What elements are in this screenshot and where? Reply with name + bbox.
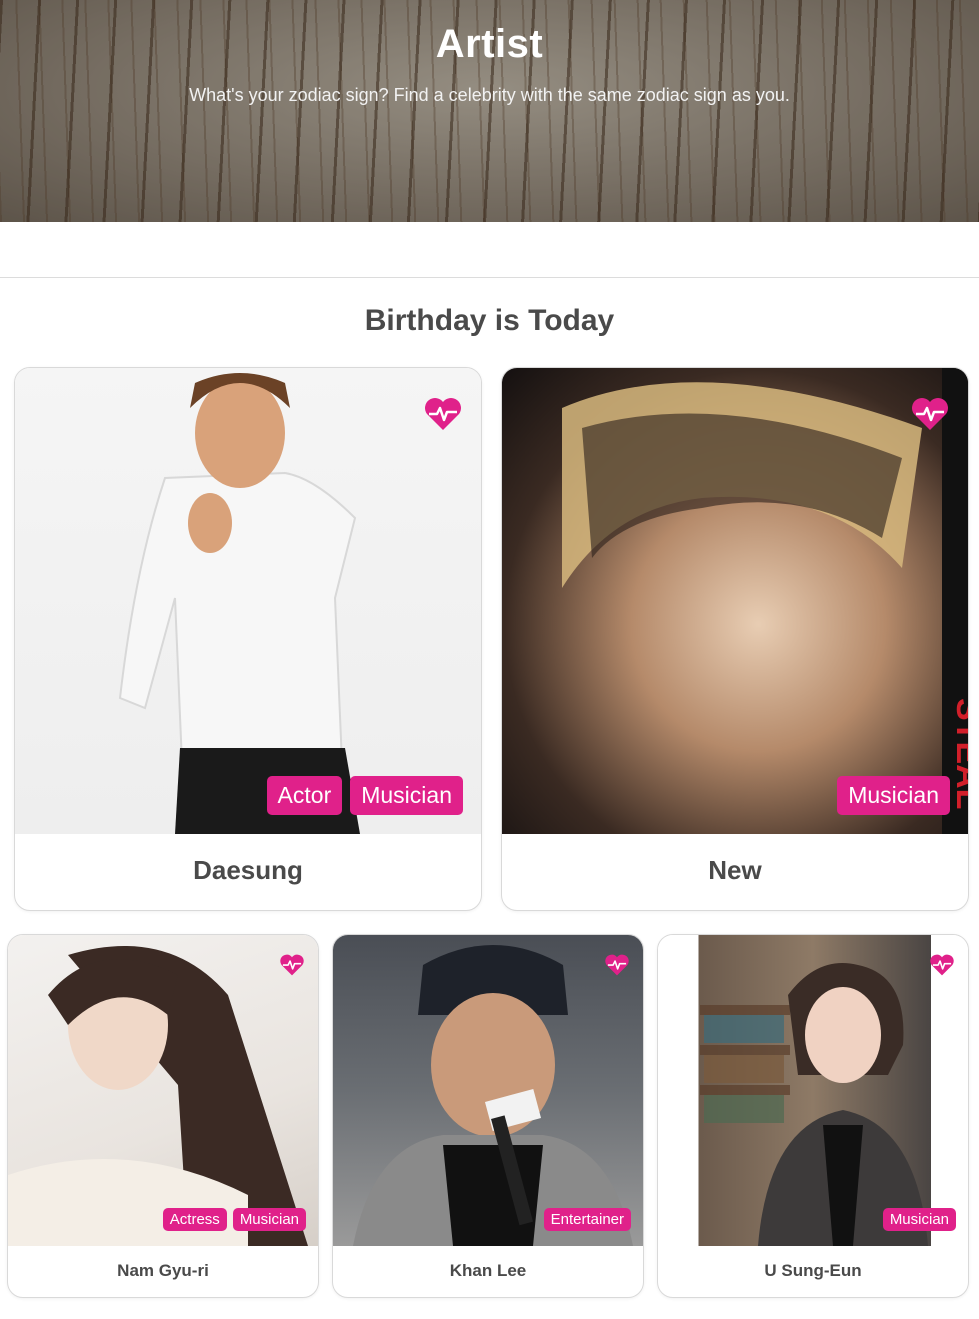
page-title: Artist — [435, 22, 544, 66]
heart-pulse-icon[interactable] — [279, 953, 305, 977]
artist-card[interactable]: Actor Musician Daesung — [14, 367, 482, 911]
artist-name[interactable]: New — [502, 855, 968, 886]
artist-name[interactable]: Daesung — [15, 855, 481, 886]
artist-photo[interactable] — [333, 935, 643, 1246]
heart-pulse-icon[interactable] — [423, 396, 463, 432]
artist-photo-illustration — [353, 945, 633, 1246]
artist-photo[interactable] — [8, 935, 318, 1246]
artist-photo[interactable]: STEAL — [502, 368, 968, 834]
artist-photo-illustration: STEAL — [562, 368, 968, 834]
artist-photo-illustration — [118, 373, 360, 834]
svg-text:STEAL: STEAL — [949, 698, 968, 809]
artist-card[interactable]: Actress Musician Nam Gyu-ri — [7, 934, 319, 1298]
tag-group: Actress Musician — [162, 1208, 306, 1231]
tag[interactable]: Actor — [266, 776, 343, 815]
tag-group: Musician — [837, 776, 950, 815]
section-title: Birthday is Today — [364, 304, 615, 337]
page-subtitle: What's your zodiac sign? Find a celebrit… — [189, 85, 790, 105]
artist-photo[interactable] — [658, 935, 968, 1246]
artist-photo-illustration — [700, 963, 928, 1246]
tag[interactable]: Musician — [232, 1208, 306, 1231]
artist-card[interactable]: Entertainer Khan Lee — [332, 934, 644, 1298]
tag-group: Entertainer — [543, 1208, 631, 1231]
artist-name[interactable]: Khan Lee — [333, 1261, 643, 1281]
artist-card[interactable]: Musician U Sung-Eun — [657, 934, 969, 1298]
tag[interactable]: Entertainer — [543, 1208, 631, 1231]
artist-photo[interactable] — [15, 368, 481, 834]
tag[interactable]: Musician — [837, 776, 950, 815]
heart-pulse-icon[interactable] — [929, 953, 955, 977]
heart-pulse-icon[interactable] — [604, 953, 630, 977]
artist-card[interactable]: STEAL Musician New — [501, 367, 969, 911]
hero-banner: Artist What's your zodiac sign? Find a c… — [0, 0, 979, 222]
tag-group: Musician — [882, 1208, 956, 1231]
divider — [0, 277, 979, 278]
tag[interactable]: Musician — [882, 1208, 956, 1231]
artist-name[interactable]: U Sung-Eun — [658, 1261, 968, 1281]
artist-photo-illustration — [8, 946, 308, 1246]
artist-name[interactable]: Nam Gyu-ri — [8, 1261, 318, 1281]
tag-group: Actor Musician — [266, 776, 463, 815]
tag[interactable]: Actress — [162, 1208, 227, 1231]
heart-pulse-icon[interactable] — [910, 396, 950, 432]
tag[interactable]: Musician — [350, 776, 463, 815]
